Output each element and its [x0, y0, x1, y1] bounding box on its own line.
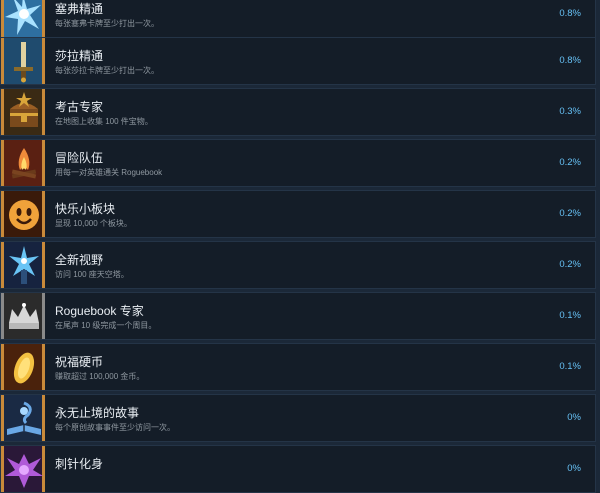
achievement-title: 考古专家 [55, 100, 104, 114]
spiky-creature-icon [1, 446, 45, 492]
unlock-percentage: 0.2% [559, 157, 581, 168]
unlock-percentage: 0.2% [559, 259, 581, 270]
achievement-description: 显现 10,000 个板块。 [55, 219, 132, 228]
unlock-percentage: 0.8% [559, 8, 581, 19]
achievement-description: 赚取超过 100,000 金币。 [55, 372, 145, 381]
unlock-percentage: 0% [567, 412, 581, 423]
achievement-row[interactable]: 冒险队伍用每一对英雄通关 Roguebook 0.2% [0, 139, 596, 187]
achievement-title: 全新视野 [55, 253, 104, 267]
achievement-title: Roguebook 专家 [55, 304, 144, 318]
treasure-chest-icon [1, 89, 45, 135]
sky-tower-icon [1, 242, 45, 288]
achievement-description: 在地图上收集 100 件宝物。 [55, 117, 153, 126]
achievement-description: 每张莎拉卡牌至少打出一次。 [55, 66, 159, 75]
achievement-row[interactable]: 永无止境的故事每个原创故事事件至少访问一次。 0% [0, 394, 596, 442]
smiling-tile-icon [1, 191, 45, 237]
achievement-row[interactable]: 全新视野访问 100 座天空塔。 0.2% [0, 241, 596, 289]
silver-crown-icon [1, 293, 45, 339]
achievement-row[interactable]: 莎拉精通每张莎拉卡牌至少打出一次。 0.8% [0, 37, 596, 85]
unlock-percentage: 0% [567, 463, 581, 474]
achievement-title: 刺针化身 [55, 457, 104, 471]
achievement-row[interactable]: 刺针化身 0% [0, 445, 596, 493]
unlock-percentage: 0.8% [559, 55, 581, 66]
achievement-list: 塞弗精通每张塞弗卡牌至少打出一次。 0.8% 莎拉精通每张莎拉卡牌至少打出一次。 0.… [0, 0, 600, 493]
achievement-title: 祝福硬币 [55, 355, 104, 369]
achievement-description: 用每一对英雄通关 Roguebook [55, 168, 163, 177]
blue-star-burst-icon [1, 0, 45, 37]
achievement-row[interactable]: 祝福硬币赚取超过 100,000 金币。 0.1% [0, 343, 596, 391]
sword-icon [1, 38, 45, 84]
achievement-description: 访问 100 座天空塔。 [55, 270, 129, 279]
unlock-percentage: 0.1% [559, 310, 581, 321]
achievement-description: 每张塞弗卡牌至少打出一次。 [55, 19, 159, 28]
achievement-row[interactable]: Roguebook 专家在尾声 10 级完成一个周目。 0.1% [0, 292, 596, 340]
unlock-percentage: 0.2% [559, 208, 581, 219]
unlock-percentage: 0.3% [559, 106, 581, 117]
gold-coin-icon [1, 344, 45, 390]
campfire-icon [1, 140, 45, 186]
achievement-description: 在尾声 10 级完成一个周目。 [55, 321, 157, 330]
achievement-title: 莎拉精通 [55, 49, 104, 63]
open-book-icon [1, 395, 45, 441]
achievement-title: 塞弗精通 [55, 2, 104, 16]
unlock-percentage: 0.1% [559, 361, 581, 372]
achievement-row[interactable]: 快乐小板块显现 10,000 个板块。 0.2% [0, 190, 596, 238]
achievement-row[interactable]: 塞弗精通每张塞弗卡牌至少打出一次。 0.8% [0, 0, 596, 38]
achievement-description: 每个原创故事事件至少访问一次。 [55, 423, 175, 432]
achievement-row[interactable]: 考古专家在地图上收集 100 件宝物。 0.3% [0, 88, 596, 136]
achievement-title: 冒险队伍 [55, 151, 104, 165]
achievement-title: 快乐小板块 [55, 202, 116, 216]
achievement-title: 永无止境的故事 [55, 406, 140, 420]
